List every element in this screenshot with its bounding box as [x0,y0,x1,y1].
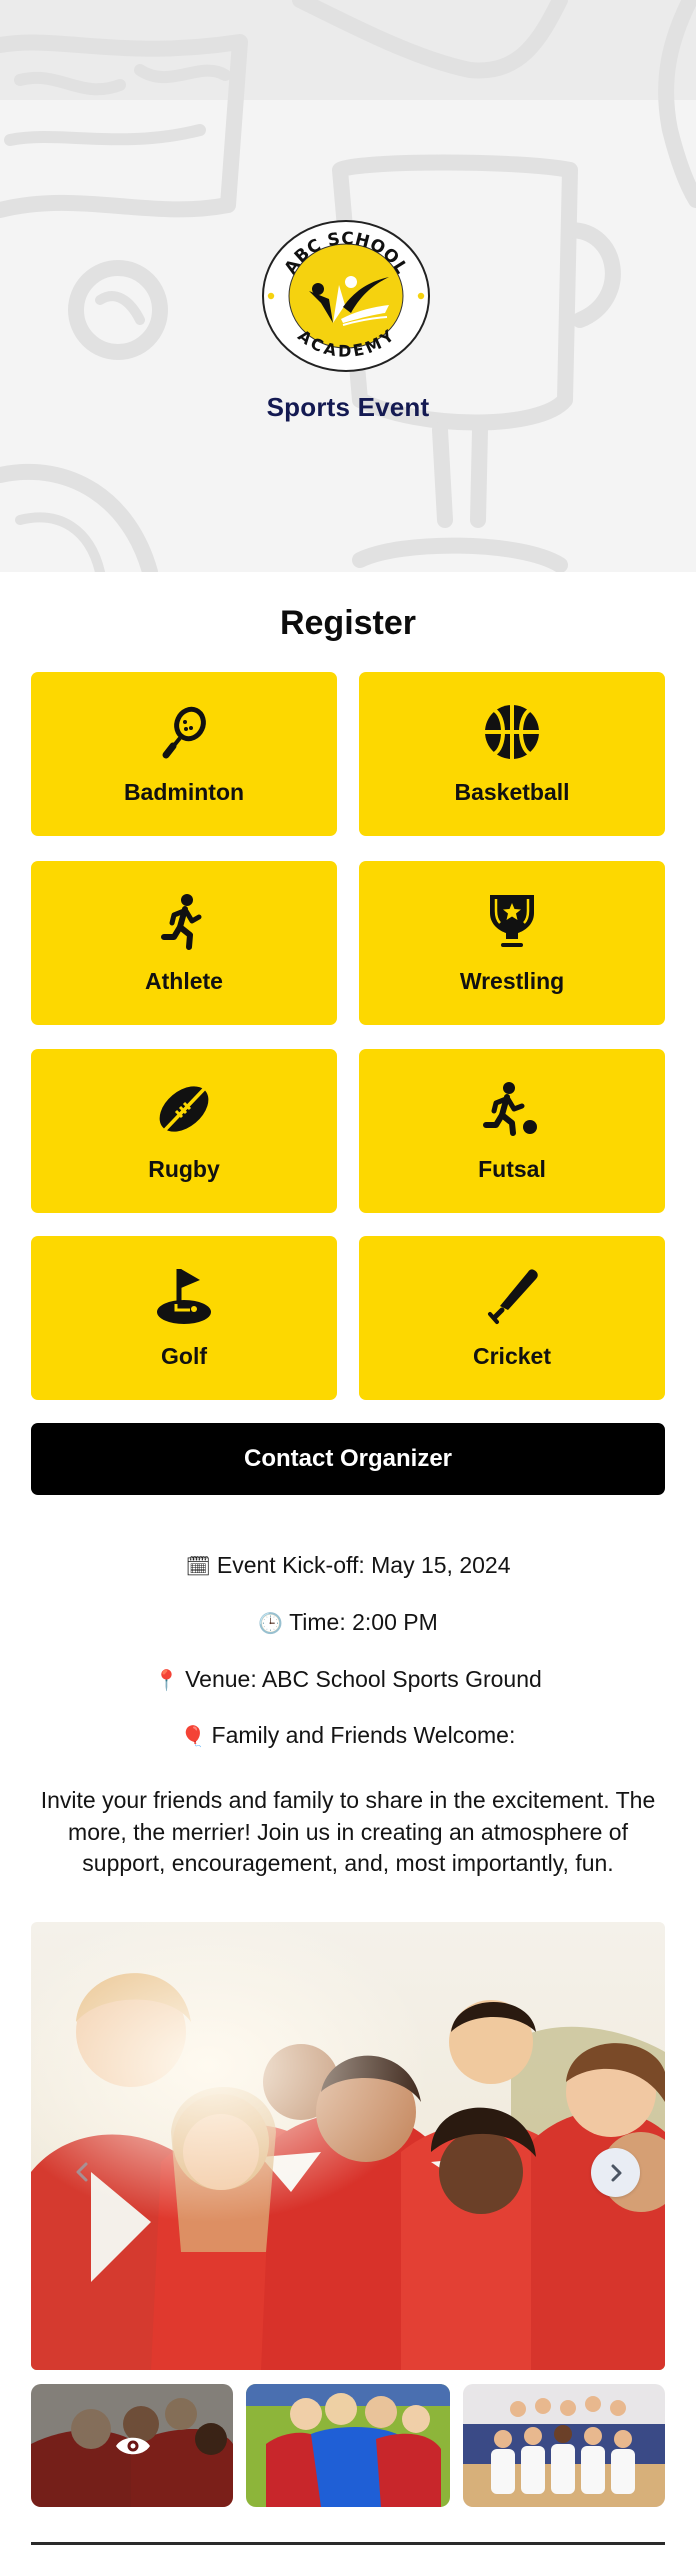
event-venue-text: Venue: ABC School Sports Ground [185,1666,542,1692]
carousel-main-image[interactable] [31,1922,665,2370]
family-welcome-line: 🎈 Family and Friends Welcome: [0,1722,696,1749]
trophy-star-icon [490,895,534,947]
school-academy-logo: ABC SCHOOL ACADEMY [262,220,430,372]
eye-icon [116,2437,150,2455]
golf-flag-icon [157,1269,211,1324]
contact-organizer-button[interactable]: Contact Organizer [31,1423,665,1495]
clock-icon: 🕒 [258,1613,284,1635]
event-title: Sports Event [266,392,430,422]
tile-golf[interactable]: Golf [31,1236,337,1400]
invite-paragraph: Invite your friends and family to share … [40,1787,656,1876]
event-kickoff-text: Event Kick-off: May 15, 2024 [216,1552,511,1578]
tile-label: Badminton [123,779,245,805]
tile-label: Golf [161,1343,207,1369]
kids-soccer-team-photo [31,1922,665,2370]
tile-badminton[interactable]: Badminton [31,672,337,836]
rugby-ball-icon [159,1085,209,1133]
thumbnail-2[interactable] [246,2384,450,2507]
tile-rugby[interactable]: Rugby [31,1049,337,1213]
basketball-icon [485,705,539,759]
tile-wrestling[interactable]: Wrestling [359,861,665,1025]
tile-label: Rugby [148,1156,220,1182]
cricket-bat-icon [488,1269,538,1324]
boys-soccer-huddle-thumbnail [246,2384,450,2507]
tile-label: Futsal [478,1156,546,1182]
tile-athlete[interactable]: Athlete [31,861,337,1025]
pushpin-icon: 📍 [154,1670,180,1692]
carousel-next-button[interactable] [591,2148,640,2197]
event-venue-line: 📍 Venue: ABC School Sports Ground [0,1666,696,1693]
header-banner: ABC SCHOOL ACADEMY Sports Event [0,0,696,572]
event-time-line: 🕒 Time: 2:00 PM [0,1609,696,1636]
soccer-player-icon [483,1082,537,1136]
tile-label: Basketball [454,779,570,805]
event-kickoff-line: 🗓 Event Kick-off: May 15, 2024 [0,1552,696,1579]
section-divider [31,2542,665,2545]
carousel-prev-button[interactable] [62,2150,102,2194]
balloon-icon: 🎈 [180,1726,206,1748]
badminton-racket-icon [162,706,206,759]
tile-futsal[interactable]: Futsal [359,1049,665,1213]
tile-label: Cricket [473,1343,551,1369]
running-person-icon [161,894,202,950]
event-time-text: Time: 2:00 PM [289,1609,438,1635]
register-heading: Register [279,604,417,642]
chevron-left-icon [76,2162,88,2182]
tile-label: Wrestling [459,968,565,994]
tile-basketball[interactable]: Basketball [359,672,665,836]
thumbnail-3[interactable] [463,2384,665,2507]
thumbnail-1-selected[interactable] [31,2384,233,2507]
chevron-right-icon [611,2164,621,2181]
tile-cricket[interactable]: Cricket [359,1236,665,1400]
family-welcome-text: Family and Friends Welcome: [211,1722,516,1748]
basketball-team-thumbnail [463,2384,665,2507]
tile-label: Athlete [145,968,223,994]
calendar-icon: 🗓 [185,1556,211,1578]
